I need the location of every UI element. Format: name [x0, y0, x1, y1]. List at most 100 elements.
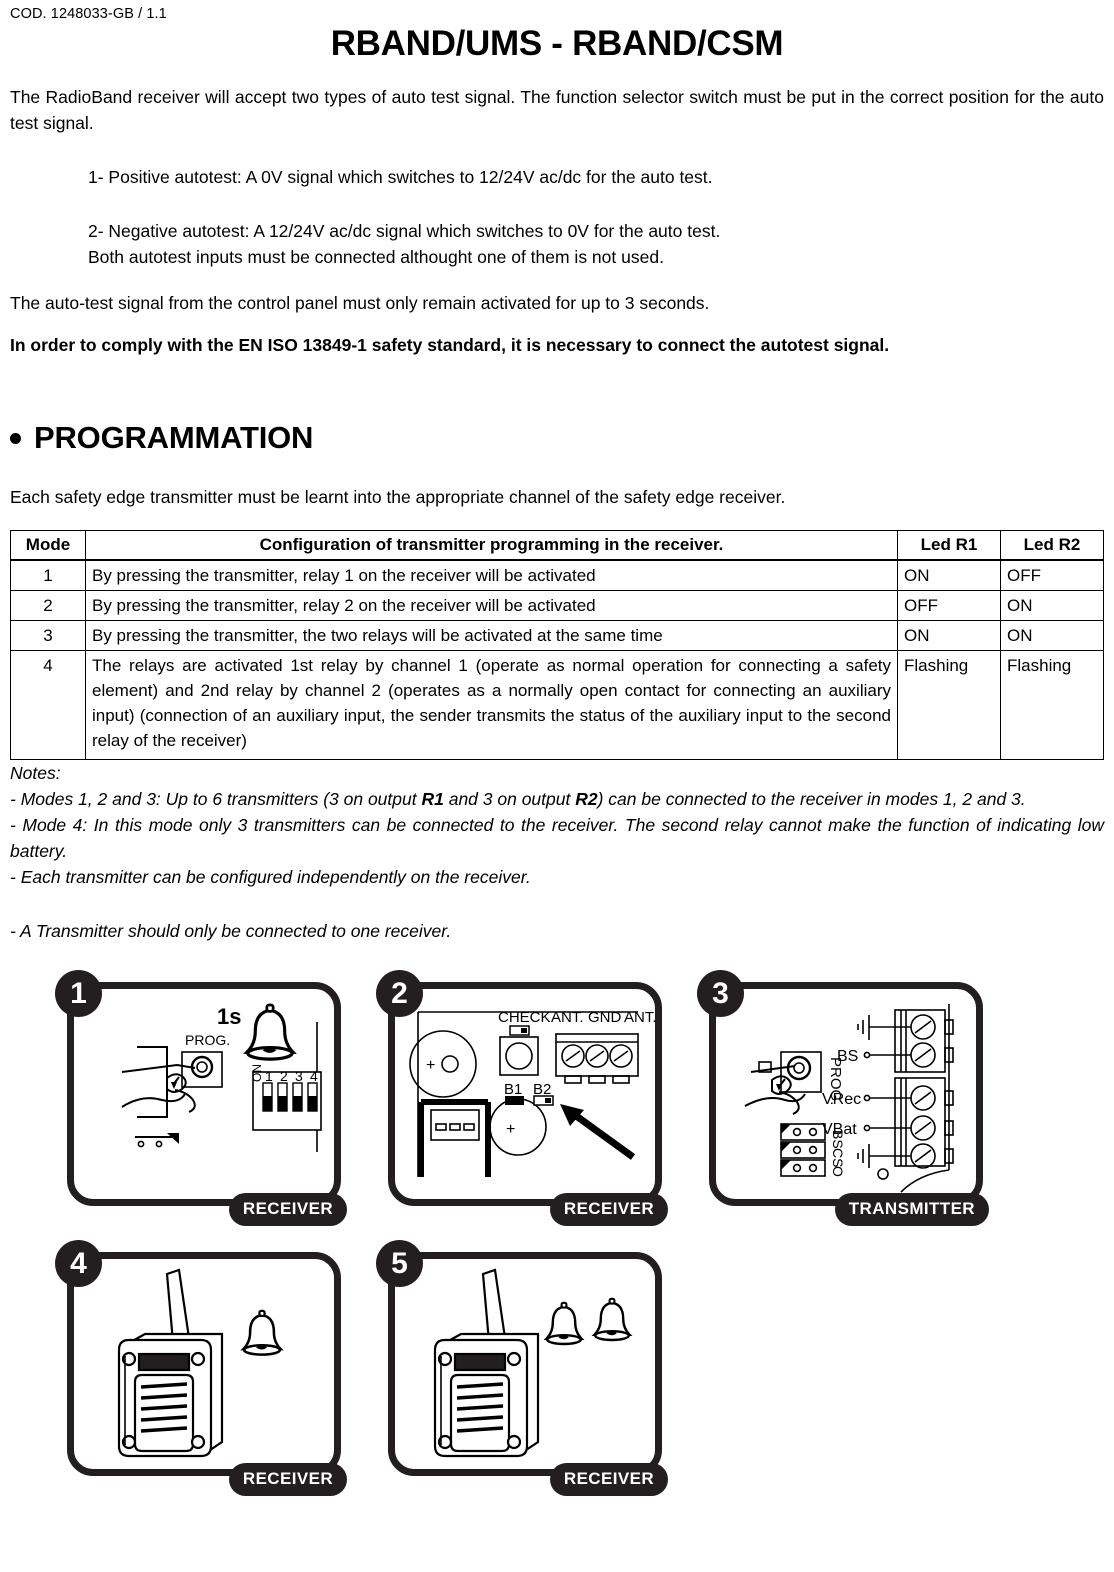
panel-artwork-receiver-prog: ON 1 2 3 4 PROG. 1s: [67, 982, 341, 1206]
table-header-led-r1: Led R1: [897, 530, 1001, 561]
panel-artwork-receiver-board: CHECK ANT. GND ANT. B1 B2 + +: [388, 982, 662, 1206]
pointer-arrow: [560, 1104, 636, 1160]
diagram-row-top: ON 1 2 3 4 PROG. 1s 1 RECEIVER CHECK ANT…: [55, 970, 1104, 1228]
section-heading-label: PROGRAMMATION: [34, 420, 314, 455]
panel-number-badge: 1: [55, 970, 102, 1017]
panel-artwork-device-two-bells: [388, 1252, 662, 1476]
mode-configuration-table: Mode Configuration of transmitter progra…: [10, 530, 1104, 760]
diagram-panel-5: 5 RECEIVER: [376, 1240, 668, 1498]
panel-device-tag: RECEIVER: [228, 1463, 347, 1496]
ant-left-label: ANT.: [551, 1009, 584, 1026]
note-item-3: - Each transmitter can be configured ind…: [10, 867, 531, 887]
ant-right-label: ANT.: [624, 1009, 657, 1026]
diagram-panel-3: PROG. BS VRec VBat BS CS O 3 TRANSMITTER: [697, 970, 989, 1228]
gnd-label: GND: [588, 1009, 622, 1026]
cell-configuration: By pressing the transmitter, the two rel…: [85, 620, 898, 651]
table-header-configuration: Configuration of transmitter programming…: [85, 530, 898, 561]
intro-paragraph-2: The auto-test signal from the control pa…: [10, 293, 710, 313]
autotest-item-2-line-1: 2- Negative autotest: A 12/24V ac/dc sig…: [88, 221, 721, 241]
device-two-bells-illustration: [433, 1268, 633, 1458]
cell-configuration: By pressing the transmitter, relay 2 on …: [85, 590, 898, 621]
transmitter-illustration: PROG. BS VRec VBat BS CS O: [744, 1004, 954, 1193]
section-heading-programmation: PROGRAMMATION: [10, 420, 1104, 456]
dip-on-label: ON: [250, 1064, 264, 1082]
panel-device-tag: RECEIVER: [228, 1193, 347, 1226]
table-row: 3 By pressing the transmitter, the two r…: [10, 620, 1104, 651]
cell-mode: 2: [10, 590, 86, 621]
autotest-item-1: 1- Positive autotest: A 0V signal which …: [88, 167, 713, 187]
dip-label-4: 4: [310, 1068, 318, 1084]
panel-artwork-device-one-bell: [67, 1252, 341, 1476]
table-header-led-r2: Led R2: [1000, 530, 1104, 561]
cell-mode: 3: [10, 620, 86, 651]
cell-led-r2: ON: [1000, 590, 1104, 621]
dip-label-3: 3: [295, 1068, 303, 1084]
cell-led-r2: ON: [1000, 620, 1104, 651]
jumper-o-label: O: [830, 1166, 846, 1177]
bullet-dot-icon: [10, 432, 21, 444]
jumper-cs-label: CS: [830, 1148, 846, 1167]
receiver-board-illustration: CHECK ANT. GND ANT. B1 B2 + +: [409, 1009, 657, 1177]
panel-number-badge: 4: [55, 1240, 102, 1287]
cell-configuration: By pressing the transmitter, relay 1 on …: [85, 559, 898, 591]
diagram-panel-grid: ON 1 2 3 4 PROG. 1s 1 RECEIVER CHECK ANT…: [55, 970, 1104, 1498]
check-label: CHECK: [498, 1009, 551, 1026]
cell-led-r1: ON: [897, 620, 1001, 651]
notes-label: Notes:: [10, 763, 61, 783]
note-1-output-r1: R1: [421, 789, 444, 809]
receiver-prog-illustration: ON 1 2 3 4 PROG. 1s: [121, 1003, 322, 1152]
dip-label-2: 2: [280, 1068, 288, 1084]
bell-icon: [243, 1003, 297, 1061]
vrec-label: VRec: [822, 1091, 861, 1108]
cell-led-r1: OFF: [897, 590, 1001, 621]
table-header-row: Mode Configuration of transmitter progra…: [10, 530, 1104, 561]
plus-top-label: +: [426, 1057, 435, 1074]
programmation-intro: Each safety edge transmitter must be lea…: [10, 487, 786, 507]
cell-led-r2: OFF: [1000, 559, 1104, 591]
note-1-text-c: ) can be connected to the receiver in mo…: [597, 789, 1026, 809]
table-row: 4 The relays are activated 1st relay by …: [10, 650, 1104, 760]
table-header-mode: Mode: [10, 530, 86, 561]
cell-led-r2: Flashing: [1000, 650, 1104, 760]
diagram-panel-2: CHECK ANT. GND ANT. B1 B2 + + 2 RECEIVER: [376, 970, 668, 1228]
note-1-output-r2: R2: [575, 789, 598, 809]
intro-paragraph-1: The RadioBand receiver will accept two t…: [10, 87, 1104, 133]
prog-label: PROG.: [185, 1032, 230, 1048]
diagram-panel-4: 4 RECEIVER: [55, 1240, 347, 1498]
note-1-text-b: and 3 on output: [443, 789, 576, 809]
panel-device-tag: RECEIVER: [549, 1193, 668, 1226]
cell-mode: 1: [10, 559, 86, 591]
bs-terminal-label: BS: [837, 1048, 858, 1065]
autotest-item-2-line-2: Both autotest inputs must be connected a…: [88, 247, 664, 267]
cell-configuration: The relays are activated 1st relay by ch…: [85, 650, 898, 760]
note-item-1: - Modes 1, 2 and 3: Up to 6 transmitters…: [10, 786, 1104, 812]
panel-number-badge: 3: [697, 970, 744, 1017]
panel-artwork-transmitter: PROG. BS VRec VBat BS CS O: [709, 982, 983, 1206]
note-1-text-a: - Modes 1, 2 and 3: Up to 6 transmitters…: [10, 789, 422, 809]
bell-icon: [591, 1297, 633, 1342]
jumper-bs-label: BS: [830, 1130, 846, 1149]
note-item-2: - Mode 4: In this mode only 3 transmitte…: [10, 815, 1104, 861]
bell-icon: [240, 1309, 284, 1356]
panel-number-badge: 2: [376, 970, 423, 1017]
panel-number-badge: 5: [376, 1240, 423, 1287]
plus-bottom-label: +: [506, 1121, 515, 1138]
b1-label: B1: [504, 1081, 522, 1098]
page-title: RBAND/UMS - RBAND/CSM: [330, 24, 784, 63]
document-code: COD. 1248033-GB / 1.1: [10, 6, 167, 22]
diagram-panel-1: ON 1 2 3 4 PROG. 1s 1 RECEIVER: [55, 970, 347, 1228]
check-jumper: [509, 1025, 530, 1036]
device-one-bell-illustration: [117, 1268, 284, 1458]
bell-icon: [543, 1301, 585, 1346]
note-item-4: - A Transmitter should only be connected…: [10, 921, 452, 941]
table-row: 1 By pressing the transmitter, relay 1 o…: [10, 559, 1104, 591]
diagram-row-bottom: 4 RECEIVER 5 RECEIVER: [55, 1240, 1104, 1498]
duration-label: 1s: [217, 1004, 241, 1029]
cell-mode: 4: [10, 650, 86, 760]
cell-led-r1: Flashing: [897, 650, 1001, 760]
dip-label-1: 1: [265, 1068, 273, 1084]
b2-label: B2: [533, 1081, 551, 1098]
panel-device-tag: RECEIVER: [549, 1463, 668, 1496]
safety-standard-statement: In order to comply with the EN ISO 13849…: [10, 335, 890, 355]
document-page: COD. 1248033-GB / 1.1 RBAND/UMS - RBAND/…: [0, 0, 1114, 1572]
